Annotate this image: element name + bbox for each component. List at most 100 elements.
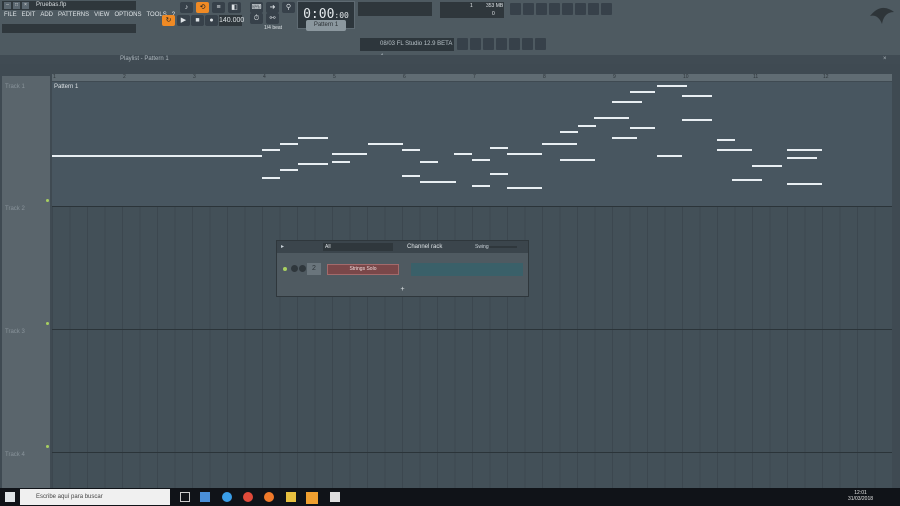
menu-add[interactable]: ADD: [40, 12, 53, 18]
mixer-icon[interactable]: [549, 3, 560, 15]
track-1-label[interactable]: Track 1: [5, 84, 25, 90]
countdown-icon[interactable]: ⏱: [250, 13, 263, 24]
cut-icon[interactable]: [470, 38, 481, 50]
note: [717, 139, 735, 141]
tempo-display[interactable]: 140.000: [219, 15, 244, 26]
piano-roll-icon[interactable]: [523, 3, 534, 15]
gear-icon[interactable]: [522, 38, 533, 50]
pattern-clip[interactable]: Pattern 1: [52, 82, 892, 206]
pattern-selector[interactable]: Pattern 1: [306, 20, 346, 31]
track-2-label[interactable]: Track 2: [5, 206, 25, 212]
bar-number: 12: [823, 74, 829, 80]
swing-slider[interactable]: [489, 246, 517, 248]
track-headers: Track 1 Track 2 Track 3 Track 4: [2, 76, 50, 488]
app-icon[interactable]: [200, 492, 210, 502]
track-3-label[interactable]: Track 3: [5, 329, 25, 335]
menu-options[interactable]: OPTIONS: [114, 12, 141, 18]
note: [490, 173, 508, 175]
track-2-led[interactable]: [46, 322, 49, 325]
note: [542, 143, 577, 145]
metronome-icon[interactable]: ♪: [180, 2, 193, 13]
pan-knob[interactable]: [291, 265, 298, 272]
note: [682, 95, 712, 97]
stop-icon[interactable]: ■: [191, 15, 204, 26]
headphones-icon[interactable]: [496, 38, 507, 50]
power-icon[interactable]: [457, 38, 468, 50]
volume-knob[interactable]: [299, 265, 306, 272]
taskbar-clock[interactable]: 12:01 31/03/2018: [848, 490, 873, 502]
note: [262, 177, 280, 179]
track-3-led[interactable]: [46, 445, 49, 448]
photos-icon[interactable]: [330, 492, 340, 502]
windows-start-icon[interactable]: [5, 492, 15, 502]
record-icon[interactable]: ●: [205, 15, 218, 26]
chrome-icon[interactable]: [243, 492, 253, 502]
channel-piano-roll-preview[interactable]: [411, 263, 523, 276]
timeline-ruler[interactable]: 1 2 3 4 5 6 7 8 9 10 11 12: [52, 74, 892, 81]
playlist-icon[interactable]: [510, 3, 521, 15]
channel-led[interactable]: [283, 267, 287, 271]
note: [787, 183, 822, 185]
typing-keyboard-icon[interactable]: ⌨: [250, 2, 263, 13]
mic-icon[interactable]: [483, 38, 494, 50]
explorer-icon[interactable]: [286, 492, 296, 502]
save-icon[interactable]: [509, 38, 520, 50]
loop-record-icon[interactable]: ⟲: [196, 2, 209, 13]
track-4-label[interactable]: Track 4: [5, 452, 25, 458]
minimize-icon[interactable]: –: [4, 2, 11, 9]
note: [612, 137, 637, 139]
maximize-icon[interactable]: □: [13, 2, 20, 9]
channel-row[interactable]: 2 Strings Solo: [281, 261, 524, 278]
close-icon[interactable]: ×: [22, 2, 29, 9]
wait-input-icon[interactable]: ⚲: [282, 2, 295, 13]
snap-selector[interactable]: 1/4 beat: [264, 25, 282, 31]
link-icon[interactable]: ⚯: [266, 13, 279, 24]
plugin-picker-icon[interactable]: [562, 3, 573, 15]
swing-label: Swing: [475, 244, 489, 250]
note: [402, 175, 420, 177]
channel-filter-select[interactable]: All: [323, 243, 393, 251]
clock-date: 31/03/2018: [848, 496, 874, 502]
taskbar-search-input[interactable]: Escribe aquí para buscar: [20, 489, 170, 505]
news-date: 08/03: [380, 41, 396, 47]
menu-edit[interactable]: EDIT: [22, 12, 36, 18]
add-channel-button[interactable]: +: [277, 286, 528, 293]
channel-rack-icon[interactable]: [536, 3, 547, 15]
hint-panel: [2, 24, 136, 33]
note: [472, 185, 490, 187]
menu-view[interactable]: VIEW: [94, 12, 109, 18]
window-title-box: – □ × Pruebas.flp: [2, 1, 136, 10]
note: [420, 181, 438, 183]
play-icon[interactable]: ▶: [177, 15, 190, 26]
playlist-close-icon[interactable]: ×: [883, 55, 887, 64]
track-divider: [52, 452, 892, 453]
channel-rack-menu-icon[interactable]: ▸: [281, 241, 284, 253]
menu-file[interactable]: FILE: [4, 12, 17, 18]
bar-number: 10: [683, 74, 689, 80]
browser-icon[interactable]: [575, 3, 586, 15]
edge-icon[interactable]: [222, 492, 232, 502]
task-view-icon[interactable]: [180, 492, 190, 502]
menu-patterns[interactable]: PATTERNS: [58, 12, 89, 18]
bar-number: 6: [403, 74, 406, 80]
video-icon[interactable]: [601, 3, 612, 15]
fl-studio-taskbar-icon[interactable]: [306, 492, 318, 504]
fl-logo-icon: [870, 7, 894, 24]
channel-name-button[interactable]: Strings Solo: [327, 264, 399, 275]
track-1-led[interactable]: [46, 199, 49, 202]
note: [420, 161, 438, 163]
playlist-toolbar: Playlist - Pattern 1 ×: [0, 55, 900, 64]
blend-notes-icon[interactable]: ◧: [228, 2, 241, 13]
channel-mixer-track[interactable]: 2: [307, 263, 321, 275]
note: [52, 155, 262, 157]
firefox-icon[interactable]: [264, 492, 274, 502]
arrow-icon[interactable]: ➜: [266, 2, 279, 13]
note: [787, 149, 822, 151]
note: [298, 163, 328, 165]
news-panel[interactable]: 08/03 FL Studio 12.9 BETA 4: [360, 38, 454, 60]
pattern-song-toggle-icon[interactable]: ↻: [162, 15, 175, 26]
project-icon[interactable]: [588, 3, 599, 15]
chat-icon[interactable]: [535, 38, 546, 50]
bar-number: 7: [473, 74, 476, 80]
step-edit-icon[interactable]: ≡: [212, 2, 225, 13]
